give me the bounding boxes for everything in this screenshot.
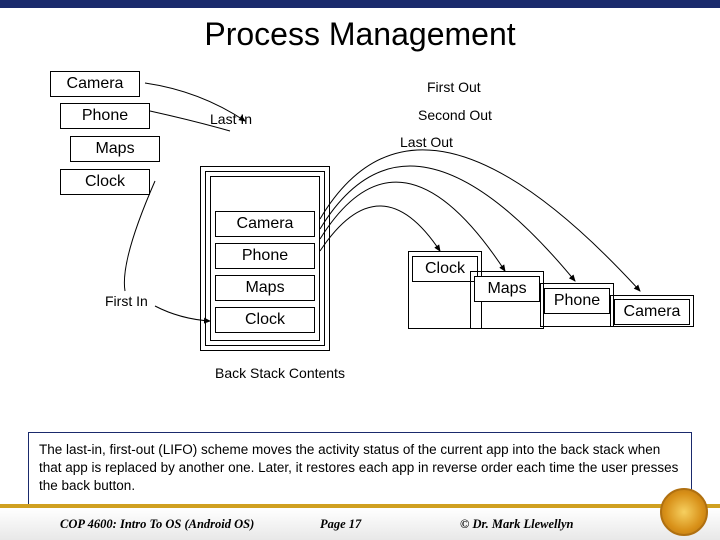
app-clock: Clock — [60, 169, 150, 195]
footer: COP 4600: Intro To OS (Android OS) Page … — [0, 504, 720, 540]
label-second-out: Second Out — [418, 107, 492, 123]
footer-page: Page 17 — [320, 517, 361, 532]
top-bar — [0, 0, 720, 8]
app-camera: Camera — [50, 71, 140, 97]
stack-item-phone: Phone — [215, 243, 315, 269]
label-last-in: Last In — [210, 111, 252, 127]
stack-item-clock: Clock — [215, 307, 315, 333]
stack-item-camera: Camera — [215, 211, 315, 237]
app-maps: Maps — [70, 136, 160, 162]
out-maps: Maps — [474, 276, 540, 302]
ucf-logo-icon — [660, 488, 708, 536]
label-last-out: Last Out — [400, 134, 453, 150]
out-phone: Phone — [544, 288, 610, 314]
slide: Process Management Camera Phone Maps Clo… — [0, 0, 720, 540]
footer-author: © Dr. Mark Llewellyn — [460, 517, 574, 532]
label-first-in: First In — [105, 293, 148, 309]
footer-course: COP 4600: Intro To OS (Android OS) — [60, 517, 254, 532]
lifo-diagram: Camera Phone Maps Clock Last In First In… — [0, 61, 720, 431]
out-camera: Camera — [614, 299, 690, 325]
out-clock: Clock — [412, 256, 478, 282]
stack-item-maps: Maps — [215, 275, 315, 301]
caption-text: The last-in, first-out (LIFO) scheme mov… — [39, 442, 678, 493]
label-first-out: First Out — [427, 79, 481, 95]
caption-box: The last-in, first-out (LIFO) scheme mov… — [28, 432, 692, 505]
app-phone: Phone — [60, 103, 150, 129]
slide-title: Process Management — [0, 16, 720, 53]
stack-caption: Back Stack Contents — [215, 365, 345, 381]
